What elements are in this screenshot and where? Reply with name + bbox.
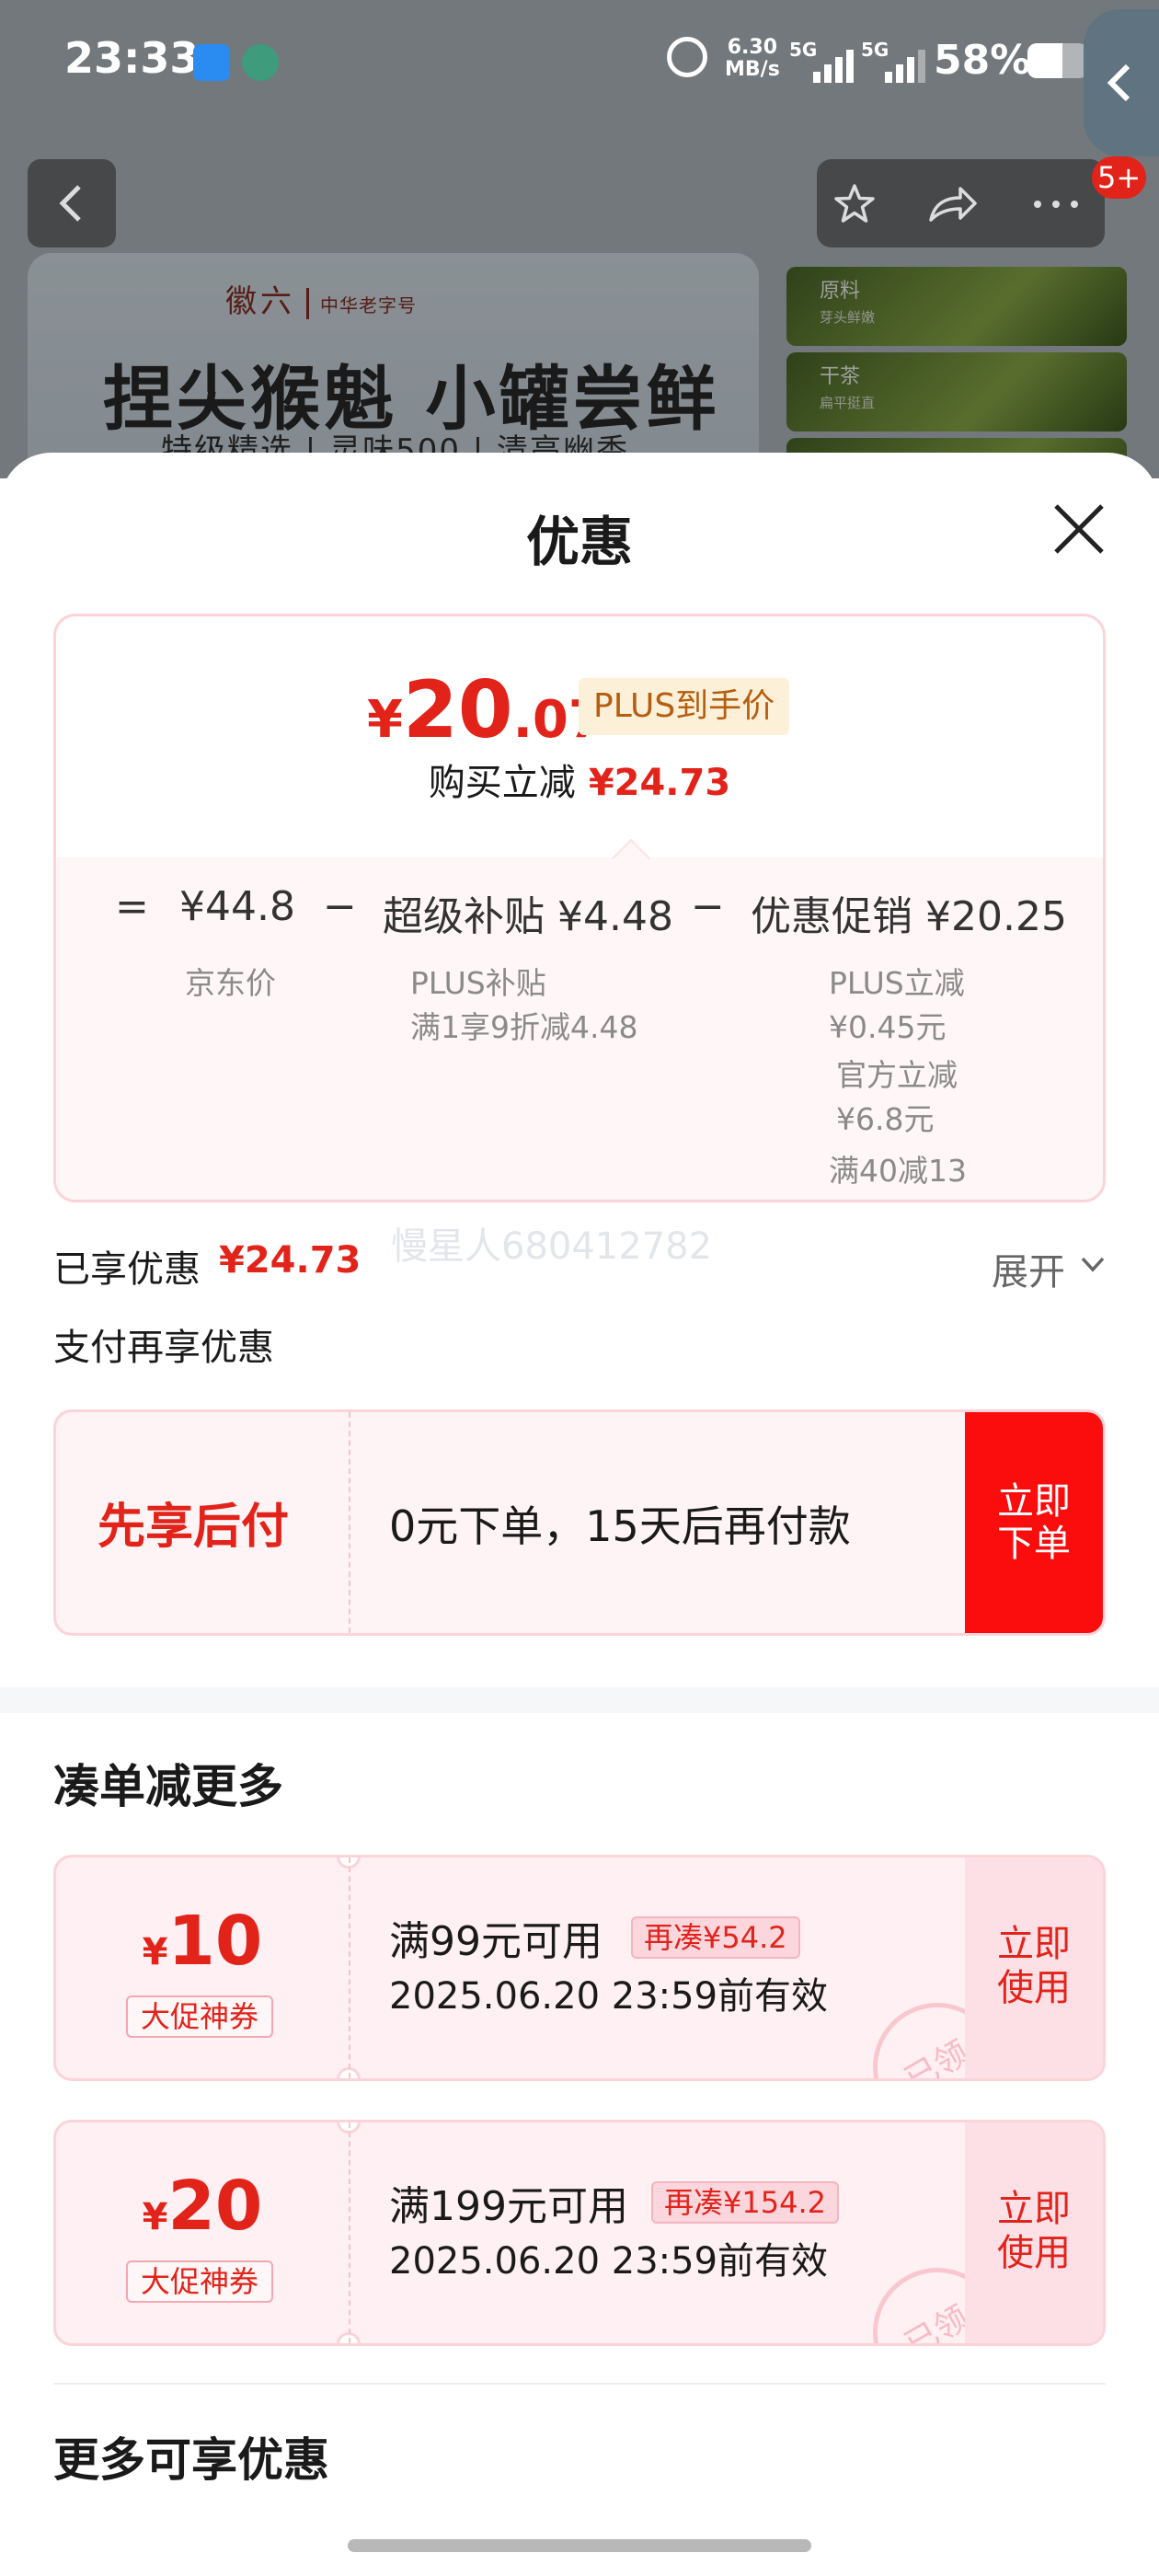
home-indicator[interactable] (348, 2539, 811, 2552)
button-label-line: 立即 (997, 2188, 1071, 2230)
super-subsidy: 超级补贴 ¥4.48 (383, 893, 673, 940)
plus-price-tag: PLUS到手价 (579, 678, 790, 735)
expand-button[interactable]: 展开 (992, 1242, 1065, 1295)
back-icon (59, 185, 81, 222)
more-icon[interactable] (1030, 183, 1082, 225)
coupon-expiry: 2025.06.20 23:59前有效 (389, 2240, 829, 2283)
signal-icon: 5G (789, 39, 859, 83)
buy-cut-amount: ¥24.73 (588, 762, 731, 804)
side-collapse-tab[interactable] (1084, 9, 1159, 156)
promo-detail: ¥0.45元 (829, 1009, 947, 1045)
status-bar: 23:33 6.30 MB/s 5G 5G 58% (0, 0, 1159, 129)
promo-detail: 满40减13 (829, 1153, 967, 1189)
equals-sign: = (115, 883, 149, 930)
battery-percent: 58% (934, 37, 1031, 84)
subsidy-detail: PLUS补贴 (410, 965, 546, 1001)
button-label-line: 使用 (997, 1967, 1071, 2009)
coupon-value: 10 (167, 1902, 263, 1981)
user-watermark: 慢星人680412782 (391, 1225, 713, 1268)
minus-sign: − (323, 883, 357, 930)
jd-price: ¥44.8 (179, 883, 295, 930)
divider-line (53, 2383, 1106, 2385)
subsidy-detail: 满1享9折减4.48 (410, 1009, 638, 1045)
chevron-down-icon[interactable] (1078, 1249, 1107, 1279)
coupon-amount: ¥10 (56, 1902, 349, 1981)
close-icon[interactable] (1049, 499, 1109, 559)
top-action-bar (817, 159, 1105, 247)
coupon-currency: ¥ (142, 2196, 168, 2238)
add-more-tag: 再凑¥54.2 (631, 1916, 800, 1959)
share-icon[interactable] (927, 183, 979, 225)
buy-cut-label: 购买立减 (428, 762, 576, 804)
chevron-left-icon (1107, 63, 1130, 102)
saved-amount: ¥24.73 (219, 1239, 361, 1282)
buy-discount: 购买立减 ¥24.73 (56, 753, 1103, 806)
coupon-expiry: 2025.06.20 23:59前有效 (389, 1975, 829, 2018)
speed-value: 6.30 (727, 36, 778, 59)
bundle-section-title: 凑单减更多 (53, 1760, 283, 1813)
coupon-tag: 大促神券 (126, 2260, 273, 2303)
avatar-notification-icon (242, 44, 279, 81)
signal-icon: 5G (861, 39, 931, 83)
coupon-card[interactable]: ¥20 大促神券 满199元可用 再凑¥154.2 2025.06.20 23:… (53, 2120, 1106, 2346)
jd-price-label: 京东价 (185, 965, 276, 1001)
coupon-card[interactable]: ¥10 大促神券 满99元可用 再凑¥54.2 2025.06.20 23:59… (53, 1855, 1106, 2081)
message-count-badge: 5+ (1092, 156, 1147, 199)
order-now-button[interactable]: 立即 下单 (965, 1412, 1103, 1633)
divider (349, 1412, 350, 1633)
app-notification-icon (193, 44, 230, 81)
signal-type: 5G (861, 39, 889, 61)
coupon-amount: ¥20 (56, 2167, 349, 2246)
coupon-condition: 满99元可用 (389, 1918, 602, 1965)
pay-later-card[interactable]: 先享后付 0元下单，15天后再付款 立即 下单 (53, 1409, 1106, 1636)
section-separator (0, 1687, 1159, 1713)
star-icon[interactable] (833, 183, 876, 225)
promo-detail: ¥6.8元 (836, 1101, 935, 1137)
more-offers-title: 更多可享优惠 (53, 2433, 329, 2487)
add-more-tag: 再凑¥154.2 (651, 2181, 839, 2224)
final-price: ¥20.07 (367, 664, 604, 756)
saved-label: 已享优惠 (53, 1248, 201, 1291)
discount-sheet: 优惠 ¥20.07 PLUS到手价 购买立减 ¥24.73 = ¥44.8 − 超… (0, 453, 1159, 2576)
promo-detail: PLUS立减 (829, 965, 965, 1001)
minus-sign: − (691, 883, 725, 930)
coupon-value: 20 (167, 2167, 263, 2246)
use-coupon-button[interactable]: 立即 使用 (965, 2122, 1103, 2343)
price-integer: 20 (402, 664, 513, 756)
battery-icon (1027, 43, 1088, 78)
sheet-title: 优惠 (525, 511, 633, 573)
speed-unit: MB/s (725, 58, 780, 81)
pay-more-heading: 支付再享优惠 (53, 1327, 274, 1369)
coupon-condition: 满199元可用 (389, 2183, 628, 2230)
back-button[interactable] (28, 159, 116, 247)
pay-later-title: 先享后付 (98, 1500, 290, 1555)
button-label-line: 立即 (997, 1923, 1071, 1965)
price-equation: = ¥44.8 − 超级补贴 ¥4.48 − 优惠促销 ¥20.25 (56, 883, 1103, 940)
coupon-tag: 大促神券 (126, 1995, 273, 2038)
signal-type: 5G (789, 39, 818, 61)
button-label-line: 立即 (997, 1480, 1071, 1523)
promo-detail: 官方立减 (836, 1057, 958, 1093)
use-coupon-button[interactable]: 立即 使用 (965, 1857, 1103, 2078)
price-breakdown-card: ¥20.07 PLUS到手价 购买立减 ¥24.73 = ¥44.8 − 超级补贴… (53, 614, 1106, 1202)
button-label-line: 下单 (997, 1523, 1071, 1565)
network-speed: 6.30 MB/s (725, 37, 780, 81)
promo-discount: 优惠促销 ¥20.25 (751, 893, 1067, 940)
button-label-line: 使用 (997, 2232, 1071, 2274)
pay-later-desc: 0元下单，15天后再付款 (389, 1501, 851, 1551)
price-currency: ¥ (367, 690, 403, 750)
alarm-icon (667, 37, 707, 77)
clock: 23:33 (64, 33, 200, 83)
coupon-currency: ¥ (142, 1931, 168, 1973)
divider (349, 1857, 350, 2078)
divider (349, 2122, 350, 2343)
